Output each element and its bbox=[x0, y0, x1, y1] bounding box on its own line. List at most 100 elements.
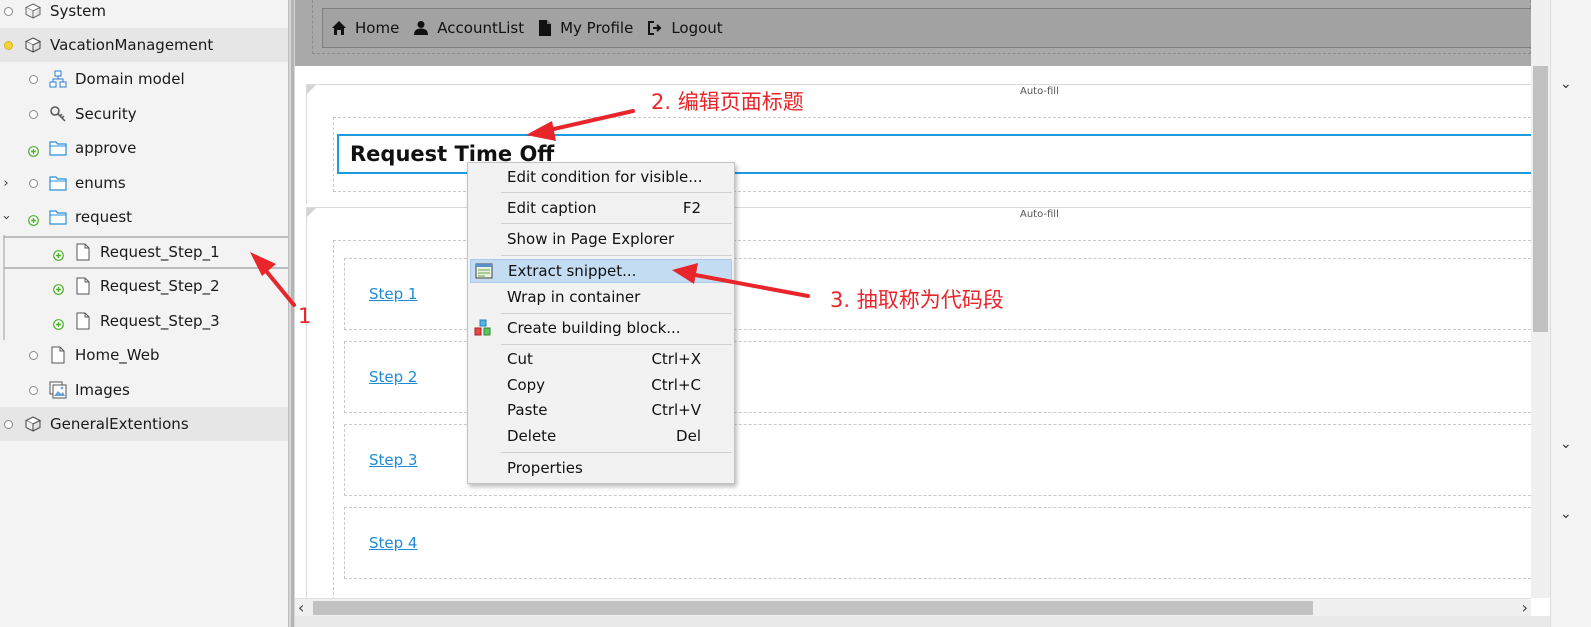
status-dot bbox=[29, 178, 38, 188]
add-icon bbox=[53, 247, 64, 261]
menu-item-show-in-page-explorer[interactable]: Show in Page Explorer bbox=[470, 227, 732, 251]
page-icon bbox=[49, 346, 67, 364]
scroll-right-icon[interactable]: › bbox=[1522, 598, 1528, 617]
scrollbar-thumb[interactable] bbox=[313, 601, 1313, 615]
menu-separator bbox=[501, 344, 732, 345]
user-icon bbox=[414, 21, 429, 35]
layout-header-region: Home AccountList My Profile Logout bbox=[295, 0, 1531, 66]
tree-item-label: Images bbox=[75, 381, 130, 399]
folder-icon bbox=[49, 208, 67, 226]
menu-item-shortcut: Ctrl+V bbox=[651, 401, 701, 419]
tree-item-label: Request_Step_2 bbox=[100, 277, 220, 295]
add-icon bbox=[28, 212, 39, 226]
panel-splitter[interactable] bbox=[288, 0, 295, 627]
menu-item-properties[interactable]: Properties bbox=[470, 456, 732, 480]
status-dot bbox=[29, 109, 38, 119]
tree-item-label: VacationManagement bbox=[50, 36, 214, 54]
tree-item-approve[interactable]: approve bbox=[0, 131, 288, 165]
menu-item-paste[interactable]: Paste Ctrl+V bbox=[470, 398, 732, 422]
chevron-down-icon[interactable]: ⌄ bbox=[1560, 436, 1572, 452]
page-icon bbox=[74, 243, 92, 261]
splitter-grip[interactable] bbox=[291, 0, 294, 627]
app-window: System VacationManagement Domain model S… bbox=[0, 0, 1591, 627]
nav-item-label: AccountList bbox=[437, 19, 525, 37]
tree-item-label: Security bbox=[75, 105, 137, 123]
module-icon bbox=[24, 415, 42, 433]
add-icon bbox=[53, 281, 64, 295]
menu-separator bbox=[501, 223, 732, 224]
status-dot bbox=[4, 6, 13, 16]
scrollbar-thumb[interactable] bbox=[1533, 66, 1548, 332]
page-icon bbox=[74, 312, 92, 330]
status-dot bbox=[29, 74, 38, 84]
logout-icon bbox=[648, 21, 662, 35]
step-link[interactable]: Step 3 bbox=[369, 451, 417, 469]
menu-item-shortcut: F2 bbox=[682, 199, 701, 217]
right-side-panel: ⌄ ⌄ ⌄ bbox=[1550, 0, 1591, 627]
menu-item-label: Create building block... bbox=[507, 319, 681, 337]
nav-item-accountlist[interactable]: AccountList bbox=[413, 19, 524, 37]
tree-item-label: GeneralExtentions bbox=[50, 415, 189, 433]
step-link[interactable]: Step 2 bbox=[369, 368, 417, 386]
tree-item-label: Home_Web bbox=[75, 346, 160, 364]
nav-item-home[interactable]: Home bbox=[331, 19, 399, 37]
menu-item-edit-caption[interactable]: Edit caption F2 bbox=[470, 196, 732, 220]
tree-item-generalextentions[interactable]: GeneralExtentions bbox=[0, 407, 288, 441]
menu-item-cut[interactable]: Cut Ctrl+X bbox=[470, 347, 732, 371]
tree-item-security[interactable]: Security bbox=[0, 97, 288, 131]
menu-item-label: Cut bbox=[507, 350, 533, 368]
status-dot bbox=[29, 385, 38, 395]
step-link[interactable]: Step 4 bbox=[369, 534, 417, 552]
tree-item-label: enums bbox=[75, 174, 126, 192]
chevron-right-icon[interactable]: › bbox=[1, 176, 11, 191]
menu-item-label: Extract snippet... bbox=[508, 262, 637, 280]
menu-item-wrap-in-container[interactable]: Wrap in container bbox=[470, 285, 732, 309]
tree-item-request-step-1[interactable]: Request_Step_1 bbox=[0, 235, 288, 269]
nav-item-label: My Profile bbox=[560, 19, 634, 37]
folder-icon bbox=[49, 174, 67, 192]
tree-item-label: Domain model bbox=[75, 70, 185, 88]
tree-item-domain-model[interactable]: Domain model bbox=[0, 62, 288, 96]
nav-item-label: Home bbox=[355, 19, 400, 37]
status-dot bbox=[4, 40, 13, 50]
menu-item-edit-condition[interactable]: Edit condition for visible... bbox=[470, 165, 732, 189]
menu-separator bbox=[501, 313, 732, 314]
scroll-left-icon[interactable]: ‹ bbox=[298, 598, 304, 617]
step-link[interactable]: Step 1 bbox=[369, 285, 417, 303]
status-strip bbox=[295, 616, 1550, 627]
folder-icon bbox=[49, 139, 67, 157]
horizontal-scrollbar[interactable]: ‹ › bbox=[295, 598, 1531, 617]
tree-item-system[interactable]: System bbox=[0, 0, 288, 28]
tree-item-request[interactable]: › request bbox=[0, 200, 288, 234]
nav-item-my-profile[interactable]: My Profile bbox=[538, 19, 633, 37]
menu-separator bbox=[501, 255, 732, 256]
menu-item-copy[interactable]: Copy Ctrl+C bbox=[470, 373, 732, 397]
home-icon bbox=[332, 21, 346, 35]
chevron-down-icon[interactable]: ⌄ bbox=[1560, 506, 1572, 522]
add-icon bbox=[28, 143, 39, 157]
menu-item-label: Paste bbox=[507, 401, 548, 419]
context-menu: Edit condition for visible... Edit capti… bbox=[467, 162, 735, 484]
tree-item-vacationmanagement[interactable]: VacationManagement bbox=[0, 28, 288, 62]
tree-item-home-web[interactable]: Home_Web bbox=[0, 338, 288, 372]
menu-item-label: Edit condition for visible... bbox=[507, 168, 703, 186]
snippet-icon bbox=[474, 261, 494, 281]
menu-item-delete[interactable]: Delete Del bbox=[470, 424, 732, 448]
menu-item-create-building-block[interactable]: Create building block... bbox=[470, 316, 732, 340]
menu-item-label: Edit caption bbox=[507, 199, 597, 217]
tree-item-request-step-2[interactable]: Request_Step_2 bbox=[0, 269, 288, 303]
menu-separator bbox=[501, 452, 732, 453]
tree-item-request-step-3[interactable]: Request_Step_3 bbox=[0, 304, 288, 338]
tree-item-enums[interactable]: › enums bbox=[0, 166, 288, 200]
vertical-scrollbar[interactable] bbox=[1531, 0, 1550, 598]
chevron-down-icon[interactable]: › bbox=[0, 212, 14, 222]
menu-item-extract-snippet[interactable]: Extract snippet... bbox=[470, 259, 732, 283]
chevron-down-icon[interactable]: ⌄ bbox=[1560, 76, 1572, 92]
autofill-label: Auto-fill bbox=[1020, 209, 1059, 220]
tree-item-label: approve bbox=[75, 139, 137, 157]
nav-item-label: Logout bbox=[671, 19, 723, 37]
add-icon bbox=[53, 316, 64, 330]
menu-item-shortcut: Del bbox=[676, 427, 701, 445]
tree-item-images[interactable]: Images bbox=[0, 373, 288, 407]
nav-item-logout[interactable]: Logout bbox=[647, 19, 723, 37]
